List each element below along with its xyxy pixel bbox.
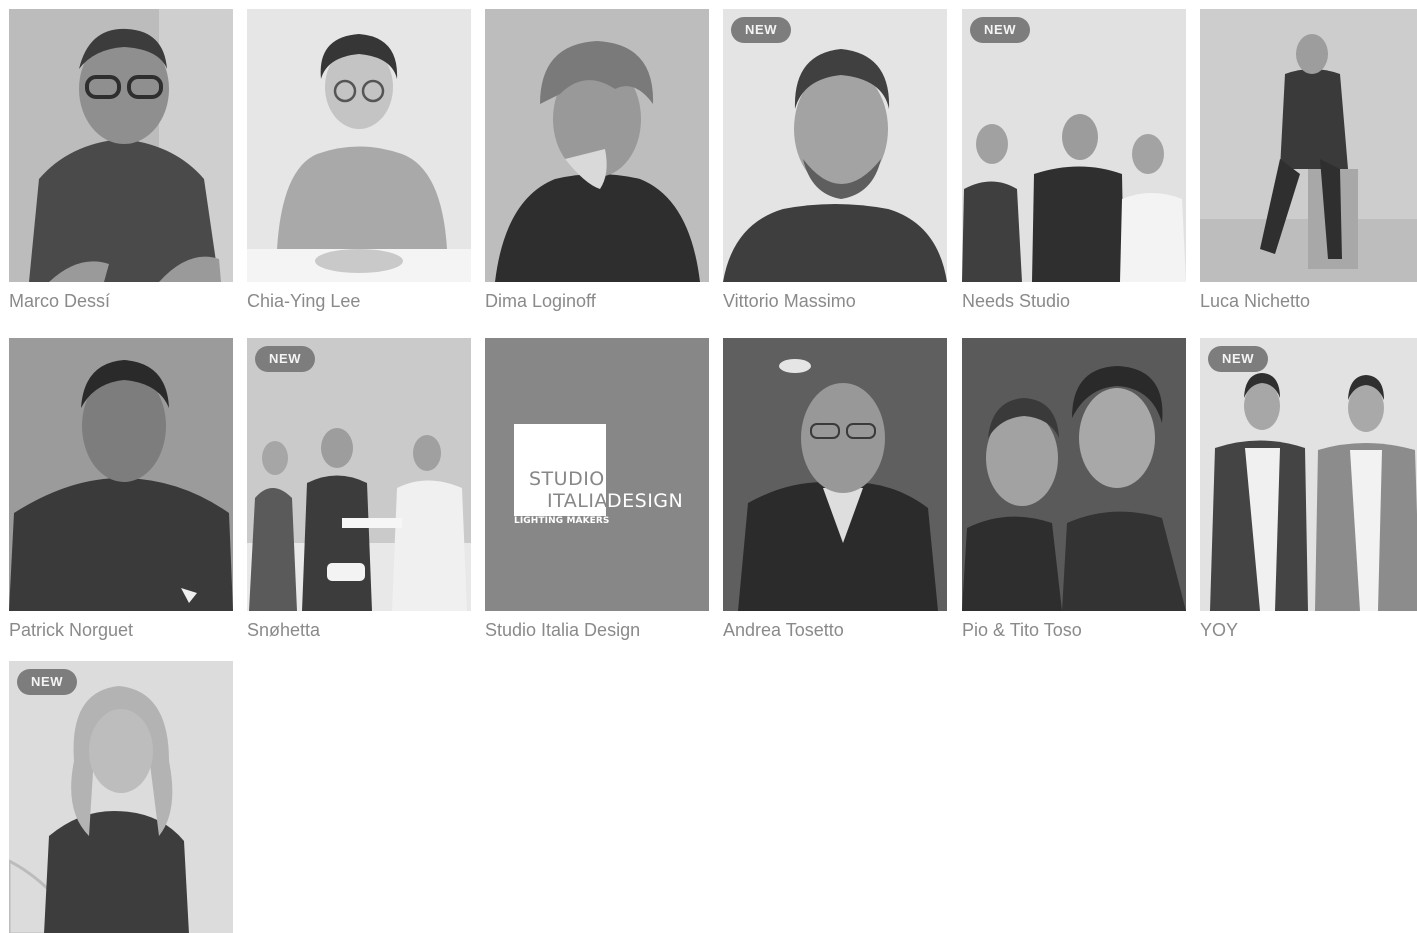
portrait-image bbox=[247, 338, 471, 611]
designer-card-pio-tito-toso[interactable]: Pio & Tito Toso bbox=[962, 338, 1186, 641]
designer-photo bbox=[962, 338, 1186, 611]
logo-line-design: DESIGN bbox=[607, 490, 684, 512]
new-badge: NEW bbox=[255, 346, 316, 372]
designer-name: Dima Loginoff bbox=[485, 291, 596, 311]
designer-card-marco-dessi[interactable]: Marco Dessí bbox=[9, 9, 233, 312]
logo-line-italia: ITALIA bbox=[547, 490, 608, 512]
designer-card-needs-studio[interactable]: NEW Needs Studio bbox=[962, 9, 1186, 312]
designer-name: Andrea Tosetto bbox=[723, 620, 844, 640]
designer-card-dima-loginoff[interactable]: Dima Loginoff bbox=[485, 9, 709, 312]
portrait-image bbox=[962, 338, 1186, 611]
designer-name: Luca Nichetto bbox=[1200, 291, 1311, 311]
designer-photo bbox=[9, 338, 233, 611]
portrait-image bbox=[723, 338, 947, 611]
designer-photo: NEW bbox=[247, 338, 471, 611]
designer-card-yoy[interactable]: NEW YOY bbox=[1200, 338, 1417, 641]
portrait-image bbox=[247, 9, 471, 282]
designer-photo: NEW bbox=[962, 9, 1186, 282]
portrait-image bbox=[9, 338, 233, 611]
portrait-image bbox=[1200, 338, 1417, 611]
designer-name: Studio Italia Design bbox=[485, 620, 641, 640]
designer-name: Marco Dessí bbox=[9, 291, 111, 311]
portrait-image bbox=[723, 9, 947, 282]
designer-name: Chia-Ying Lee bbox=[247, 291, 361, 311]
portrait-image bbox=[1200, 9, 1417, 282]
new-badge: NEW bbox=[17, 669, 78, 695]
designer-name: Vittorio Massimo bbox=[723, 291, 856, 311]
designer-name: YOY bbox=[1200, 620, 1239, 640]
designer-name: Patrick Norguet bbox=[9, 620, 134, 640]
designer-photo bbox=[1200, 9, 1417, 282]
designer-grid: Marco Dessí Chia-Ying Lee Dima Loginoff … bbox=[0, 0, 1417, 933]
logo-subline: LIGHTING MAKERS bbox=[514, 516, 610, 526]
designer-photo: NEW bbox=[1200, 338, 1417, 611]
designer-card-andrea-tosetto[interactable]: Andrea Tosetto bbox=[723, 338, 947, 641]
designer-photo bbox=[9, 9, 233, 282]
designer-card-luca-nichetto[interactable]: Luca Nichetto bbox=[1200, 9, 1417, 312]
new-badge: NEW bbox=[731, 17, 792, 43]
designer-card-13[interactable]: NEW bbox=[9, 661, 233, 933]
designer-card-snohetta[interactable]: NEW Snøhetta bbox=[247, 338, 471, 641]
designer-name: Needs Studio bbox=[962, 291, 1071, 311]
designer-photo: NEW bbox=[9, 661, 233, 933]
designer-name: Snøhetta bbox=[247, 620, 321, 640]
studio-italia-logo: STUDIO ITALIA DESIGN LIGHTING MAKERS bbox=[485, 338, 709, 611]
designer-card-chia-ying-lee[interactable]: Chia-Ying Lee bbox=[247, 9, 471, 312]
designer-card-patrick-norguet[interactable]: Patrick Norguet bbox=[9, 338, 233, 641]
designer-card-studio-italia-design[interactable]: STUDIO ITALIA DESIGN LIGHTING MAKERS Stu… bbox=[485, 338, 709, 641]
logo-line-studio: STUDIO bbox=[529, 468, 605, 490]
designer-card-vittorio-massimo[interactable]: NEW Vittorio Massimo bbox=[723, 9, 947, 312]
new-badge: NEW bbox=[970, 17, 1031, 43]
portrait-image bbox=[962, 9, 1186, 282]
designer-photo: NEW bbox=[723, 9, 947, 282]
designer-photo bbox=[485, 9, 709, 282]
portrait-image bbox=[9, 661, 233, 933]
designer-photo bbox=[723, 338, 947, 611]
new-badge: NEW bbox=[1208, 346, 1269, 372]
portrait-image bbox=[9, 9, 233, 282]
designer-name: Pio & Tito Toso bbox=[962, 620, 1082, 640]
portrait-image bbox=[485, 9, 709, 282]
designer-photo bbox=[247, 9, 471, 282]
